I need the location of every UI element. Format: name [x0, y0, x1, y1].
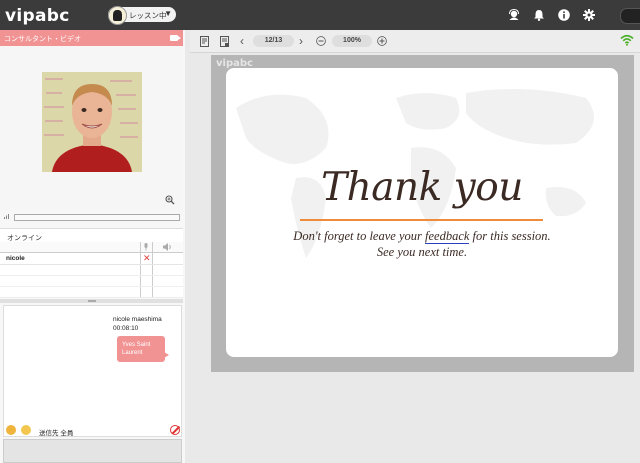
- headset-icon[interactable]: [508, 9, 520, 21]
- zoom-in-icon[interactable]: [377, 36, 387, 46]
- user-avatar: [108, 6, 127, 25]
- presentation-slide[interactable]: Thank you Don't forget to leave your fee…: [226, 68, 618, 357]
- user-row[interactable]: nicole ✕: [0, 253, 183, 265]
- chat-timestamp: 00:08:10: [113, 325, 139, 332]
- block-icon[interactable]: [170, 425, 180, 435]
- slide-line2: See you next time.: [376, 245, 468, 259]
- app-logo: vipabc: [5, 6, 70, 26]
- list-item: [0, 265, 183, 276]
- send-to-label: 送信先: [39, 430, 59, 437]
- title-underline: [300, 219, 543, 221]
- consultant-video: [42, 72, 142, 172]
- chevron-down-icon: ▼: [164, 9, 172, 18]
- chat-input[interactable]: [3, 439, 182, 463]
- lesson-status-label: レッスン中: [129, 11, 167, 20]
- zoom-in-icon[interactable]: [165, 195, 175, 205]
- disconnected-icon: ✕: [143, 253, 151, 263]
- send-to-value: 全員: [60, 430, 74, 437]
- page-number: 12/13: [264, 37, 283, 44]
- chat-toolbar: 送信先 全員: [3, 425, 180, 437]
- list-item: [0, 287, 183, 298]
- gear-icon[interactable]: [583, 9, 595, 21]
- video-panel-title: コンサルタント・ビデオ: [4, 36, 81, 43]
- lesson-status-dropdown[interactable]: レッスン中 ▼: [108, 6, 176, 25]
- zoom-value: 100%: [343, 37, 361, 44]
- feedback-link[interactable]: feedback: [425, 229, 470, 244]
- online-users-table: nicole ✕: [0, 242, 183, 298]
- wifi-signal-icon: [620, 34, 634, 46]
- send-to-selector[interactable]: 送信先 全員: [39, 427, 73, 437]
- speaker-icon: [163, 243, 171, 251]
- sticker-icon[interactable]: [21, 425, 31, 435]
- slide-line1-after: for this session.: [469, 229, 551, 243]
- chat-message-text: Yves Saint Laurent: [122, 342, 151, 356]
- slide-line1-before: Don't forget to leave your: [293, 229, 425, 243]
- page-indicator: 12/13: [253, 35, 294, 47]
- volume-bar[interactable]: [14, 214, 180, 221]
- chat-sender: nicole maeshima: [113, 316, 162, 323]
- world-map-background: [236, 89, 594, 258]
- volume-level-icon: [4, 214, 9, 219]
- document-download-icon[interactable]: [220, 36, 230, 47]
- panel-toggle[interactable]: [620, 8, 640, 24]
- users-table-header: [0, 242, 183, 253]
- info-icon[interactable]: [558, 9, 570, 21]
- list-item: [0, 276, 183, 287]
- video-panel-header: コンサルタント・ビデオ: [0, 30, 183, 46]
- online-users-header: オンライン: [0, 228, 183, 243]
- next-page-icon[interactable]: ›: [299, 34, 303, 48]
- slide-message: Don't forget to leave your feedback for …: [226, 228, 618, 260]
- slide-title: Thank you: [321, 165, 523, 210]
- document-list-icon[interactable]: [200, 36, 210, 47]
- chat-message-bubble: Yves Saint Laurent: [117, 336, 169, 362]
- previous-page-icon[interactable]: ‹: [240, 34, 244, 48]
- emoji-icon[interactable]: [6, 425, 16, 435]
- camera-icon[interactable]: [170, 35, 181, 41]
- panel-splitter[interactable]: [0, 299, 183, 303]
- zoom-level: 100%: [332, 35, 372, 47]
- zoom-out-icon[interactable]: [316, 36, 326, 46]
- user-name: nicole: [6, 255, 25, 262]
- bell-icon[interactable]: [533, 9, 545, 21]
- microphone-icon: [144, 243, 148, 251]
- chat-log[interactable]: [3, 305, 182, 437]
